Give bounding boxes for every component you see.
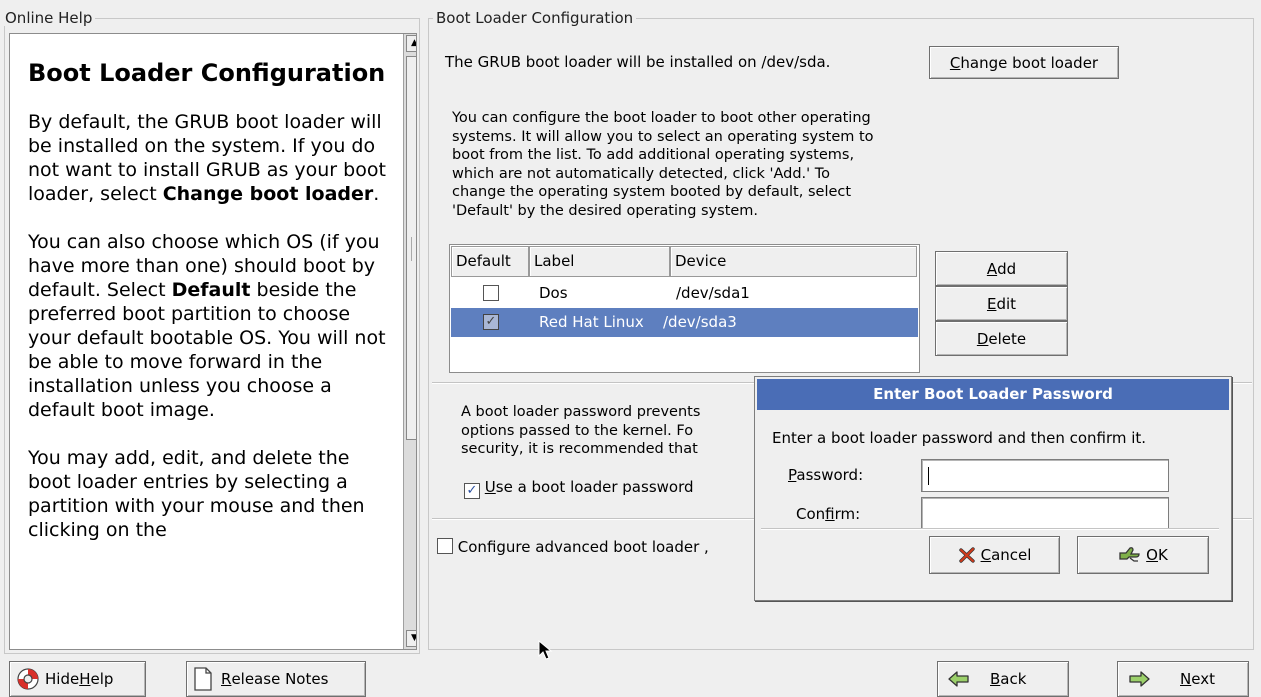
password-description: A boot loader password prevents options … [461,404,701,457]
help-text: Boot Loader Configuration By default, th… [28,58,388,566]
table-row[interactable]: Dos /dev/sda1 [451,279,918,308]
back-arrow-icon [948,671,969,687]
row-label: Dos [539,284,568,302]
row-device: /dev/sda1 [676,284,750,302]
text-cursor [928,467,929,485]
hide-help-button[interactable]: Hide Help [9,661,146,697]
help-paragraph-1: By default, the GRUB boot loader will be… [28,111,386,205]
confirm-label: Confirm: [796,505,861,523]
add-button[interactable]: Add [935,251,1068,286]
back-button[interactable]: Back [937,661,1069,697]
install-location-text: The GRUB boot loader will be installed o… [445,53,831,71]
config-group-title: Boot Loader Configuration [433,10,637,26]
dialog-prompt: Enter a boot loader password and then co… [772,429,1147,447]
help-pane[interactable]: Boot Loader Configuration By default, th… [9,33,417,650]
cancel-button[interactable]: Cancel [929,536,1060,574]
confirm-input[interactable] [921,497,1169,530]
password-label: Password: [788,466,864,484]
ok-button[interactable]: OK [1077,536,1209,574]
dialog-title: Enter Boot Loader Password [757,379,1229,410]
scroll-up-arrow-icon[interactable]: ▲ [406,35,416,52]
default-checkbox-checked[interactable]: ✓ [483,314,499,330]
table-row[interactable]: ✓ Red Hat Linux /dev/sda3 [451,308,918,337]
use-password-label: se a boot loader password [495,478,694,496]
help-paragraph-3: You may add, edit, and delete the boot l… [28,447,365,541]
document-icon [194,667,212,691]
scroll-thumb[interactable] [406,56,416,440]
default-checkbox[interactable] [483,285,499,301]
ok-hand-icon [1119,547,1140,562]
row-device: /dev/sda3 [663,313,737,331]
password-input[interactable] [921,459,1169,492]
next-arrow-icon [1129,671,1150,687]
row-label: Red Hat Linux [539,313,644,331]
advanced-label: Configure advanced boot loader , [457,538,709,556]
use-password-option[interactable]: ✓ Use a boot loader password [464,478,694,499]
cancel-x-icon [958,547,975,563]
help-heading: Boot Loader Configuration [28,59,386,87]
advanced-option[interactable]: Configure advanced boot loader , [437,538,709,556]
release-notes-button[interactable]: Release Notes [186,661,366,697]
scroll-down-arrow-icon[interactable]: ▼ [406,630,416,647]
help-group-title: Online Help [2,10,96,26]
change-boot-loader-button[interactable]: Change boot loader [929,46,1119,79]
password-dialog: Enter Boot Loader Password Enter a boot … [754,376,1232,601]
delete-button[interactable]: Delete [935,321,1068,356]
use-password-checkbox[interactable]: ✓ [464,483,480,499]
os-table[interactable]: Default Label Device Dos /dev/sda1 ✓ Red… [449,244,920,373]
boot-description: You can configure the boot loader to boo… [452,110,874,219]
mouse-cursor-icon [538,640,553,660]
lifebuoy-icon [17,668,39,690]
help-scrollbar[interactable]: ▲ ▼ [403,34,416,649]
advanced-checkbox[interactable] [437,538,453,554]
column-header-label[interactable]: Label [529,246,670,277]
column-header-device[interactable]: Device [670,246,917,277]
help-paragraph-2: You can also choose which OS (if you hav… [28,231,386,421]
edit-button[interactable]: Edit [935,286,1068,321]
column-header-default[interactable]: Default [451,246,529,277]
next-button[interactable]: Next [1117,661,1249,697]
separator [761,528,1219,530]
